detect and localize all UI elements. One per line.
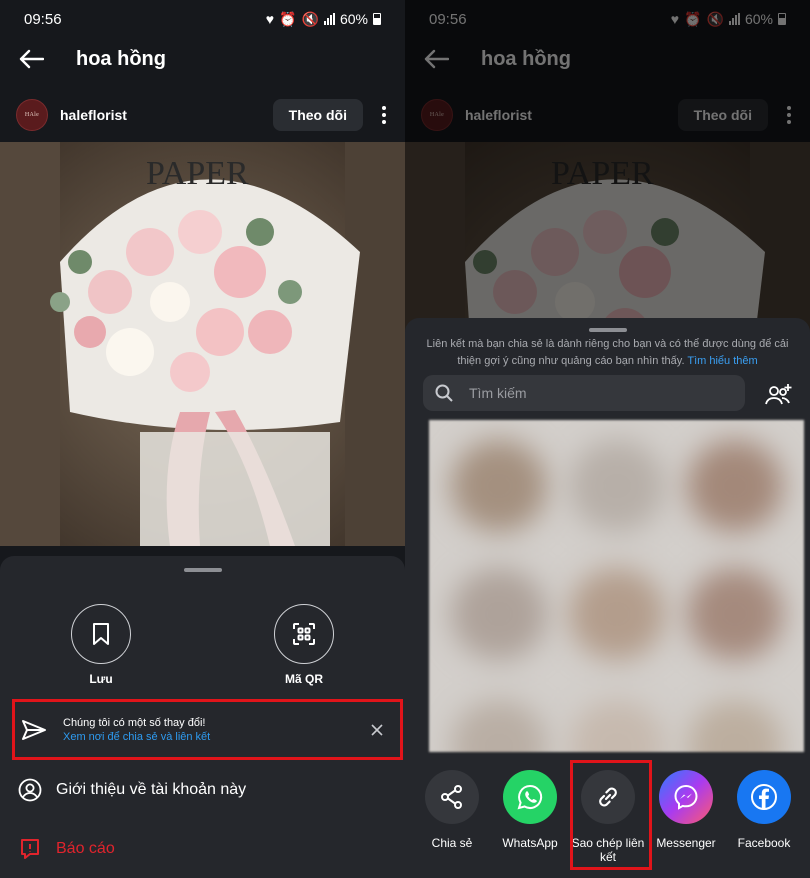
- heart-icon: ♥: [265, 11, 275, 27]
- options-sheet: Lưu Mã QR Chúng tôi có một số thay đổi! …: [0, 556, 405, 878]
- share-app-share[interactable]: Chia sẻ: [413, 770, 491, 850]
- profile-icon: [18, 778, 42, 802]
- contact-avatar[interactable]: [569, 700, 665, 752]
- avatar-logo-text: HAle: [24, 112, 40, 118]
- contact-avatar[interactable]: [569, 440, 665, 532]
- status-bar: 09:56 ♥ ⏰ 🔇 60%: [0, 0, 405, 38]
- add-people-icon[interactable]: [764, 382, 794, 408]
- close-icon[interactable]: [370, 723, 384, 737]
- learn-more-link[interactable]: Tìm hiểu thêm: [687, 355, 757, 367]
- sheet-handle[interactable]: [183, 568, 222, 572]
- wrapper-text: PAPER: [146, 155, 249, 192]
- contact-avatar[interactable]: [687, 568, 783, 660]
- right-screen: 09:56 ♥ ⏰ 🔇 60% hoa hồng HAle halefloris…: [405, 0, 810, 878]
- contact-avatar[interactable]: [687, 440, 783, 532]
- save-button[interactable]: [71, 604, 131, 664]
- copy-link-highlight: [570, 760, 652, 870]
- share-app-messenger[interactable]: Messenger: [647, 770, 725, 850]
- search-icon: [435, 384, 453, 402]
- signal-icon: [323, 13, 335, 25]
- facebook-icon: [751, 784, 777, 810]
- share-app-icon-circle: [425, 770, 479, 824]
- share-app-label: Chia sẻ: [431, 836, 473, 850]
- status-icons: ♥ ⏰ 🔇 60%: [266, 11, 381, 28]
- notice-title: Chúng tôi có một số thay đổi!: [63, 716, 206, 729]
- share-app-facebook[interactable]: Facebook: [725, 770, 803, 850]
- post-header: hoa hồng: [0, 38, 405, 80]
- battery-icon: [373, 13, 381, 25]
- qr-code-icon: [293, 623, 315, 645]
- share-app-whatsapp[interactable]: WhatsApp: [491, 770, 569, 850]
- report-item[interactable]: Báo cáo: [0, 829, 405, 869]
- avatar[interactable]: HAle: [16, 99, 48, 131]
- report-label: Báo cáo: [56, 840, 115, 857]
- send-icon: [22, 719, 46, 740]
- share-app-label: Messenger: [656, 836, 716, 850]
- share-sheet: Liên kết mà bạn chia sẻ là dành riêng ch…: [405, 318, 810, 878]
- contact-avatar[interactable]: [687, 700, 783, 752]
- search-placeholder: Tìm kiếm: [469, 385, 527, 401]
- arrow-left-icon: [19, 49, 44, 69]
- bookmark-icon: [93, 623, 109, 645]
- whatsapp-icon: [517, 784, 543, 810]
- contact-avatar[interactable]: [451, 440, 547, 532]
- more-options-icon[interactable]: [379, 106, 389, 124]
- left-screen: 09:56 ♥ ⏰ 🔇 60% hoa hồng HAle halefloris…: [0, 0, 405, 878]
- sheet-handle[interactable]: [588, 328, 627, 332]
- share-app-label: WhatsApp: [502, 836, 558, 850]
- username[interactable]: haleflorist: [60, 107, 273, 123]
- qr-label: Mã QR: [284, 672, 323, 686]
- changes-notice[interactable]: Chúng tôi có một số thay đổi! Xem nơi để…: [12, 699, 403, 760]
- share-app-icon-circle: [503, 770, 557, 824]
- alarm-icon: ⏰: [279, 10, 297, 27]
- qr-button[interactable]: [274, 604, 334, 664]
- share-app-icon-circle: [737, 770, 791, 824]
- status-time: 09:56: [24, 10, 62, 28]
- contact-avatar[interactable]: [451, 700, 547, 752]
- page-title: hoa hồng: [76, 47, 166, 70]
- back-button[interactable]: [16, 44, 46, 74]
- share-app-label: Facebook: [737, 836, 791, 850]
- report-icon: [21, 839, 39, 859]
- save-label: Lưu: [89, 672, 113, 686]
- notice-link[interactable]: Xem nơi để chia sẻ và liên kết: [63, 731, 370, 743]
- contact-avatar[interactable]: [569, 568, 665, 660]
- about-account-item[interactable]: Giới thiệu về tài khoản này: [0, 770, 405, 810]
- contacts-grid[interactable]: [429, 420, 804, 752]
- share-app-icon-circle: [659, 770, 713, 824]
- mute-icon: 🔇: [301, 10, 319, 27]
- share-icon: [441, 785, 462, 809]
- share-notice: Liên kết mà bạn chia sẻ là dành riêng ch…: [425, 336, 790, 370]
- messenger-icon: [674, 784, 698, 810]
- contact-avatar[interactable]: [451, 568, 547, 660]
- post-photo[interactable]: PAPER: [0, 142, 405, 546]
- battery-text: 60%: [339, 11, 368, 27]
- about-account-label: Giới thiệu về tài khoản này: [56, 781, 247, 798]
- follow-button[interactable]: Theo dõi: [272, 99, 363, 131]
- post-user-row: HAle haleflorist Theo dõi: [0, 92, 405, 138]
- search-input[interactable]: Tìm kiếm: [423, 375, 745, 411]
